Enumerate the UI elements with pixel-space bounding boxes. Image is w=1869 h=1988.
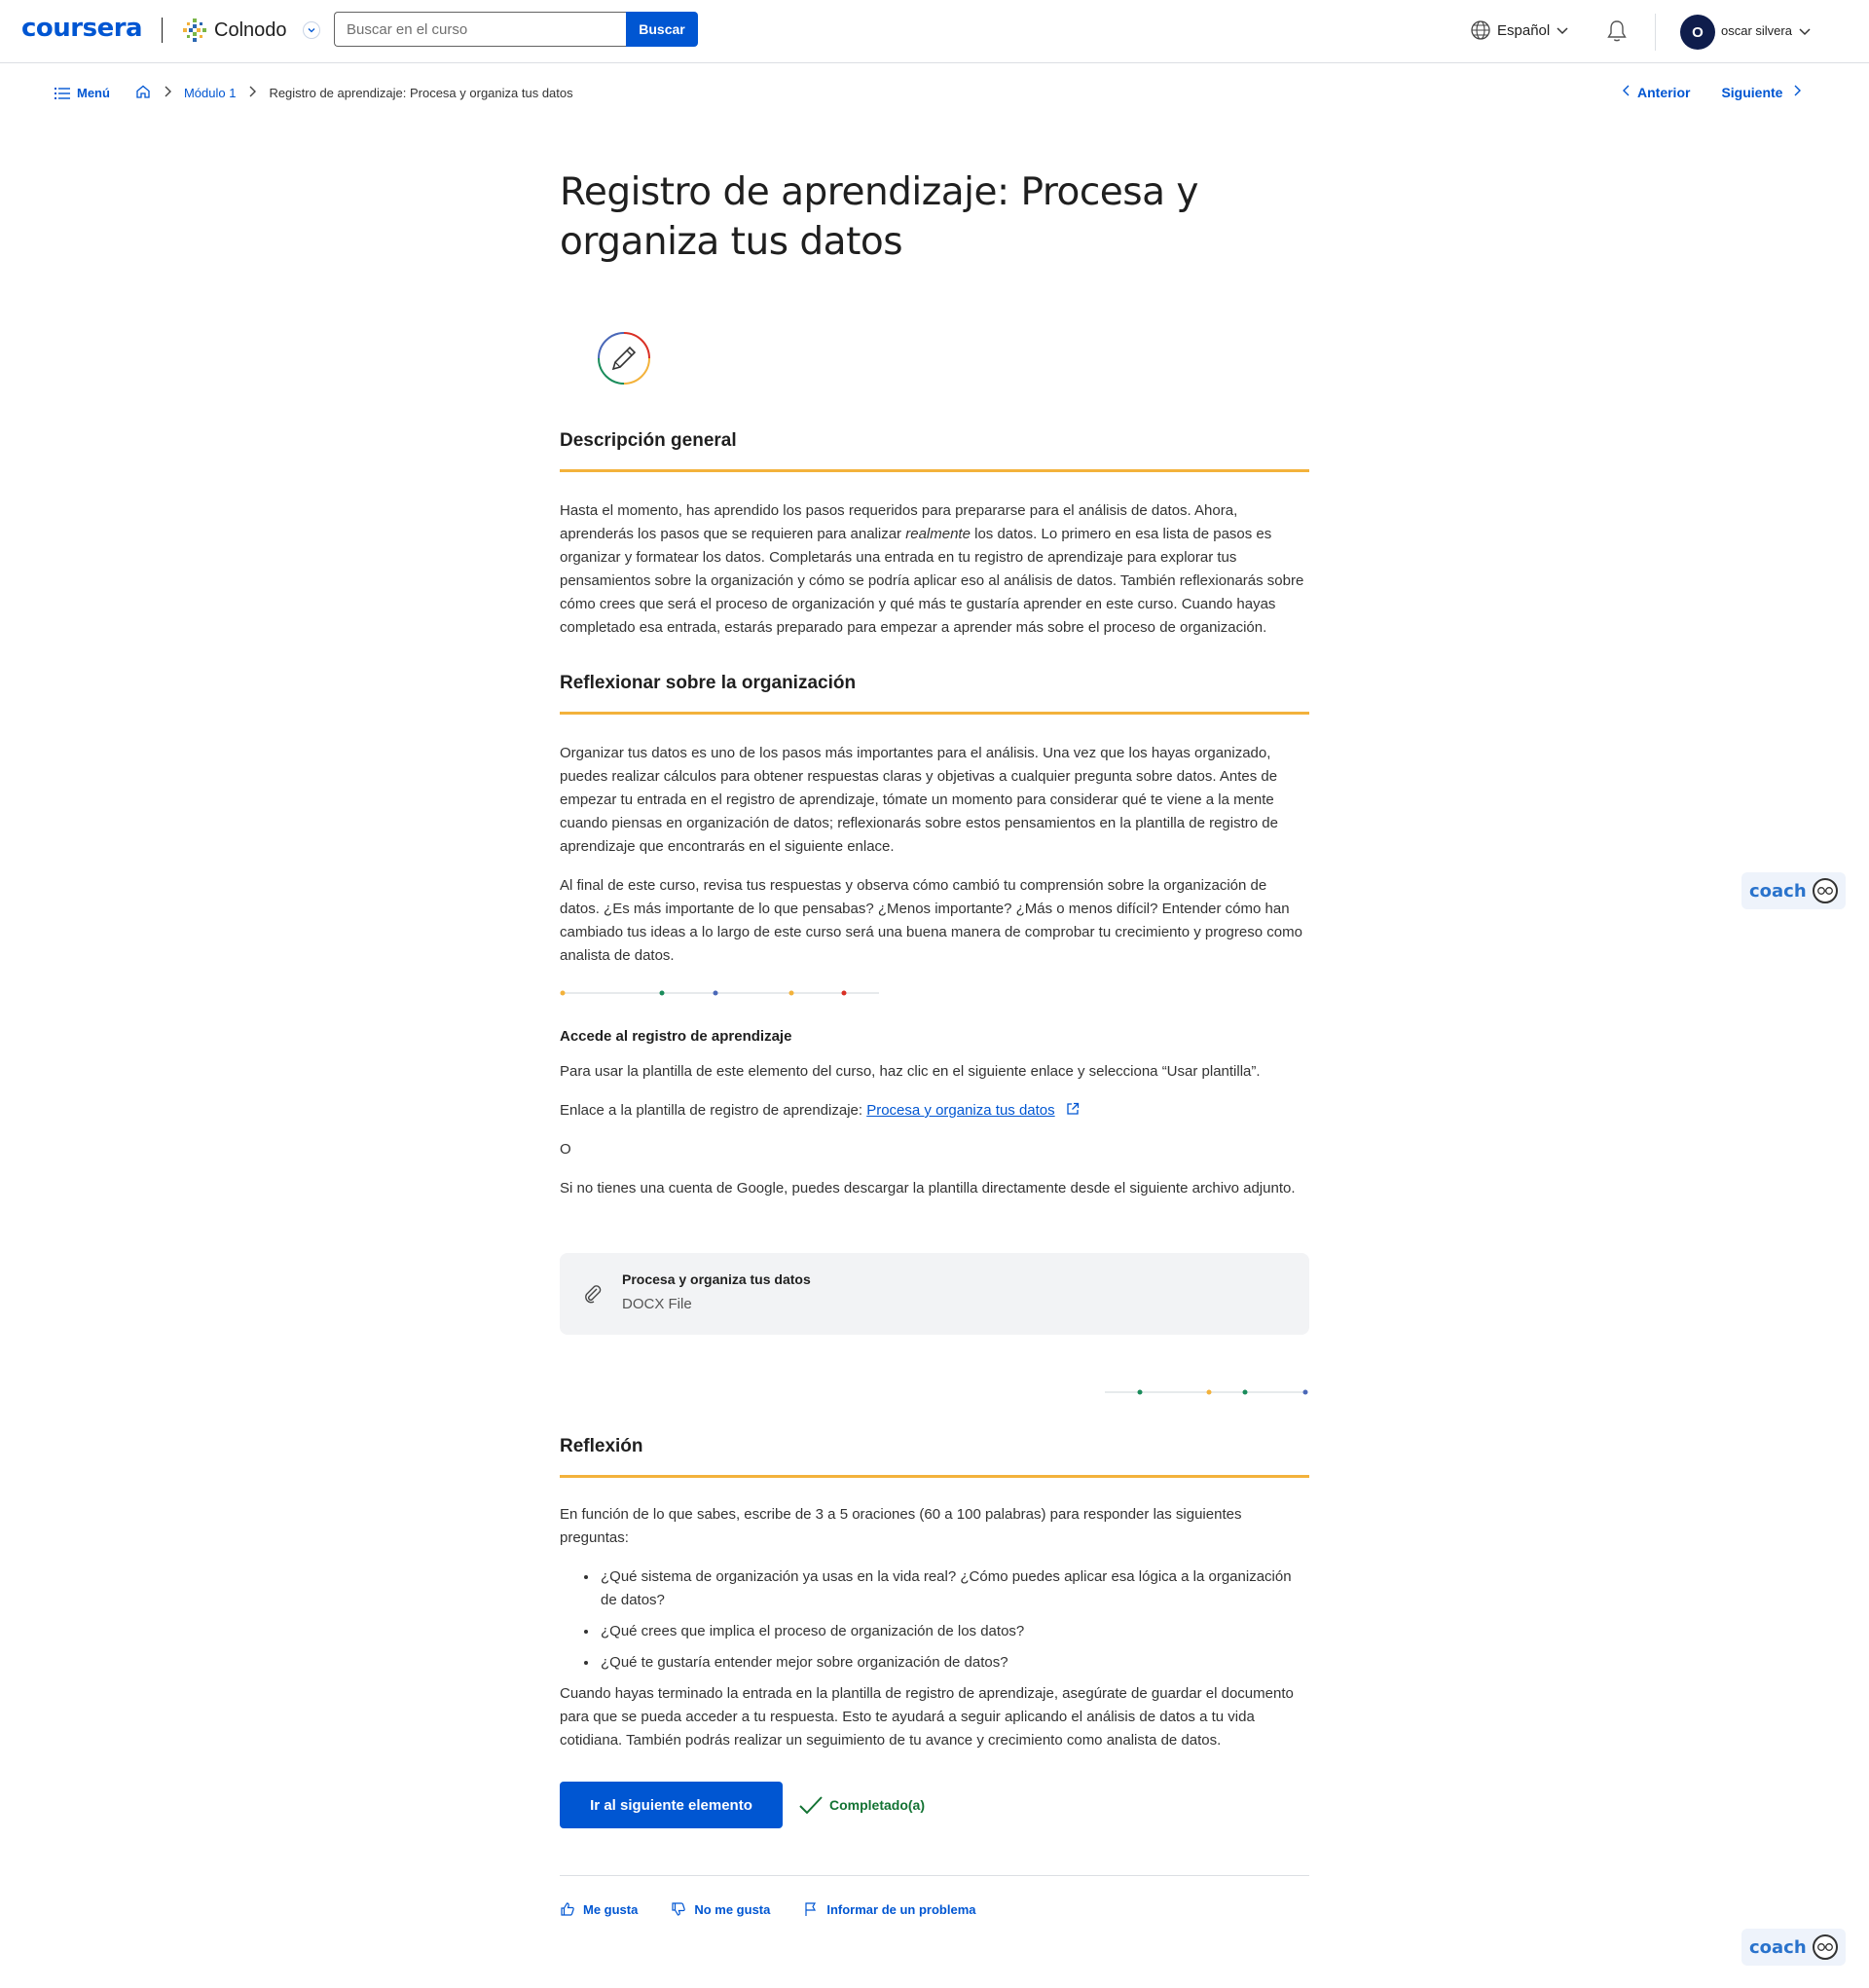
home-icon[interactable] bbox=[135, 84, 151, 102]
checkmark-icon bbox=[799, 1796, 823, 1815]
header-divider bbox=[1655, 14, 1656, 51]
user-menu[interactable]: oscar silvera bbox=[1721, 23, 1812, 38]
list-item: ¿Qué sistema de organización ya usas en … bbox=[599, 1565, 1309, 1612]
thumbs-down-icon bbox=[672, 1902, 686, 1916]
access-heading: Accede al registro de aprendizaje bbox=[560, 1028, 792, 1045]
partner-selector[interactable]: Colnodo bbox=[181, 17, 320, 44]
breadcrumb-current: Registro de aprendizaje: Procesa y organ… bbox=[269, 86, 573, 100]
access-paragraph-1: Para usar la plantilla de este elemento … bbox=[560, 1063, 1261, 1080]
coach-button[interactable]: coach bbox=[1741, 1929, 1846, 1966]
notifications-bell-icon[interactable] bbox=[1604, 18, 1630, 49]
like-label: Me gusta bbox=[583, 1901, 639, 1917]
list-menu-icon bbox=[55, 87, 70, 99]
paperclip-icon bbox=[585, 1285, 602, 1304]
template-link[interactable]: Procesa y organiza tus datos bbox=[866, 1102, 1054, 1119]
next-button[interactable]: Siguiente bbox=[1721, 85, 1782, 100]
language-label: Español bbox=[1497, 21, 1551, 39]
chevron-right-icon bbox=[247, 85, 257, 101]
coach-glasses-icon bbox=[1813, 878, 1838, 903]
coach-glasses-icon bbox=[1813, 1934, 1838, 1960]
overview-heading: Descripción general bbox=[560, 430, 1309, 472]
search-button[interactable]: Buscar bbox=[626, 12, 698, 47]
chevron-down-icon bbox=[1557, 27, 1568, 35]
menu-label: Menú bbox=[77, 86, 110, 100]
flag-icon bbox=[805, 1902, 817, 1916]
reflection-outro: Cuando hayas terminado la entrada en la … bbox=[560, 1685, 1294, 1749]
username-label: oscar silvera bbox=[1721, 23, 1792, 38]
reflection-intro: En función de lo que sabes, escribe de 3… bbox=[560, 1506, 1242, 1546]
item-navigation: Anterior Siguiente bbox=[1622, 84, 1802, 100]
overview-paragraph: Hasta el momento, has aprendido los paso… bbox=[560, 502, 1304, 636]
access-or: O bbox=[560, 1141, 571, 1158]
attachment-card[interactable]: Procesa y organiza tus datos DOCX File bbox=[560, 1253, 1309, 1335]
coach-label: coach bbox=[1749, 880, 1807, 902]
access-paragraph-2: Si no tienes una cuenta de Google, puede… bbox=[560, 1180, 1296, 1196]
breadcrumb-module-link[interactable]: Módulo 1 bbox=[184, 86, 236, 100]
logo-divider bbox=[162, 18, 163, 43]
chevron-right-icon bbox=[1792, 84, 1802, 100]
menu-button[interactable]: Menú bbox=[55, 86, 110, 100]
completed-label: Completado(a) bbox=[829, 1797, 925, 1813]
breadcrumb: Menú Módulo 1 Registro de aprendizaje: P… bbox=[55, 84, 573, 102]
questions-list: ¿Qué sistema de organización ya usas en … bbox=[599, 1565, 1309, 1675]
search-input[interactable] bbox=[334, 12, 626, 47]
top-header: coursera Colnodo Buscar E bbox=[0, 0, 1869, 63]
list-item: ¿Qué crees que implica el proceso de org… bbox=[599, 1620, 1309, 1643]
attachment-type: DOCX File bbox=[622, 1296, 692, 1312]
reflect-paragraph-2: Al final de este curso, revisa tus respu… bbox=[560, 877, 1302, 964]
coach-label: coach bbox=[1749, 1936, 1807, 1958]
dislike-label: No me gusta bbox=[694, 1901, 771, 1917]
main-content: Registro de aprendizaje: Procesa y organ… bbox=[560, 167, 1309, 1917]
globe-icon bbox=[1471, 20, 1490, 40]
previous-button[interactable]: Anterior bbox=[1637, 85, 1690, 100]
decorative-divider bbox=[560, 984, 1309, 1002]
reflection-heading: Reflexión bbox=[560, 1436, 1309, 1478]
report-problem-button[interactable]: Informar de un problema bbox=[803, 1901, 976, 1917]
reflect-heading: Reflexionar sobre la organización bbox=[560, 673, 1309, 715]
completed-status: Completado(a) bbox=[798, 1794, 925, 1816]
pencil-icon bbox=[597, 331, 651, 386]
page-title: Registro de aprendizaje: Procesa y organ… bbox=[560, 170, 1199, 264]
coach-button[interactable]: coach bbox=[1741, 872, 1846, 909]
dislike-button[interactable]: No me gusta bbox=[671, 1901, 770, 1917]
reflect-paragraph-1: Organizar tus datos es uno de los pasos … bbox=[560, 745, 1278, 855]
chevron-down-icon[interactable] bbox=[302, 21, 320, 39]
completion-row: Ir al siguiente elemento Completado(a) bbox=[560, 1782, 1309, 1828]
report-label: Informar de un problema bbox=[826, 1901, 976, 1917]
chevron-right-icon bbox=[163, 85, 172, 101]
decorative-divider bbox=[560, 1383, 1309, 1401]
chevron-left-icon bbox=[1622, 84, 1631, 100]
like-button[interactable]: Me gusta bbox=[560, 1901, 638, 1917]
language-selector[interactable]: Español bbox=[1470, 19, 1569, 41]
colnodo-logo-icon bbox=[183, 18, 206, 42]
thumbs-up-icon bbox=[561, 1902, 574, 1916]
partner-name: Colnodo bbox=[214, 18, 287, 41]
next-item-button[interactable]: Ir al siguiente elemento bbox=[560, 1782, 783, 1828]
avatar[interactable]: O bbox=[1680, 15, 1715, 50]
list-item: ¿Qué te gustaría entender mejor sobre or… bbox=[599, 1651, 1309, 1675]
coursera-logo[interactable]: coursera bbox=[21, 14, 143, 43]
external-link-icon bbox=[1067, 1102, 1079, 1115]
chevron-down-icon bbox=[1799, 27, 1811, 35]
feedback-bar: Me gusta No me gusta Informar de un prob… bbox=[560, 1875, 1309, 1917]
attachment-name: Procesa y organiza tus datos bbox=[622, 1271, 811, 1287]
access-link-line: Enlace a la plantilla de registro de apr… bbox=[560, 1099, 1309, 1123]
